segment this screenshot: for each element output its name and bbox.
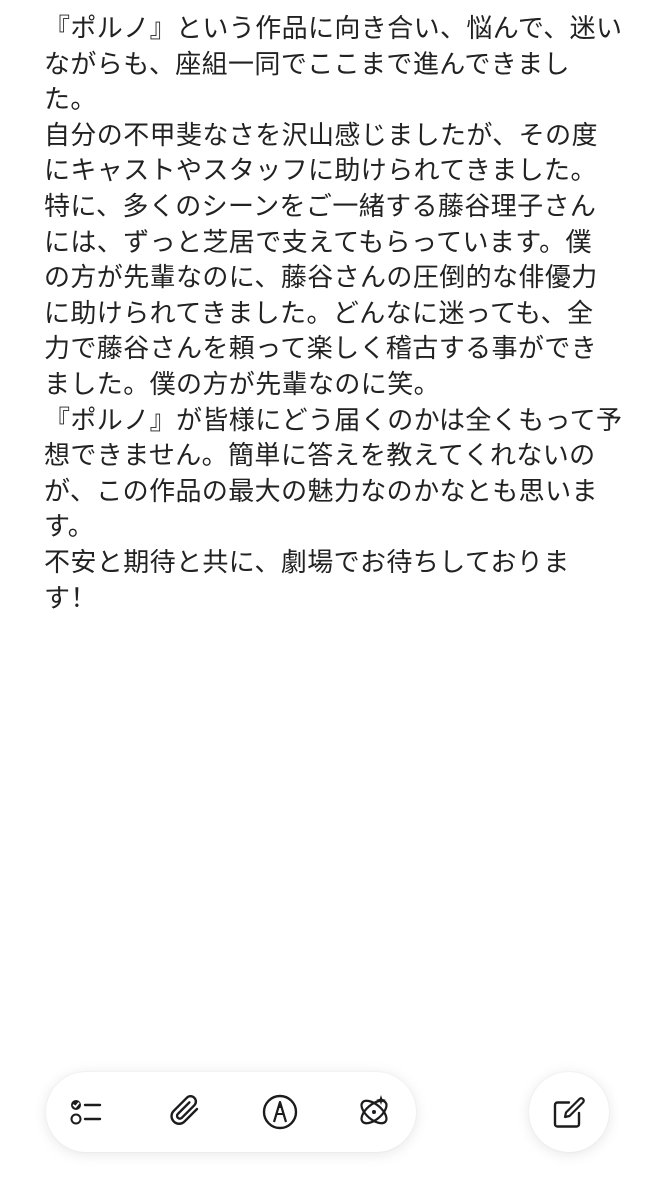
compose-button[interactable] — [529, 1072, 609, 1152]
note-body[interactable]: 『ポルノ』という作品に向き合い、悩んで、迷い ながらも、座組一同でここまで進んで… — [44, 12, 623, 617]
note-line: す。 — [44, 512, 95, 543]
paperclip-icon — [170, 1095, 199, 1125]
markup-pen-icon — [262, 1094, 298, 1130]
checklist-icon — [70, 1100, 102, 1125]
note-line: た。 — [44, 85, 97, 116]
note-line: 自分の不甲斐なさを沢山感じましたが、その度 — [44, 120, 598, 151]
note-line: の方が先輩なのに、藤谷さんの圧倒的な俳優力 — [44, 263, 598, 294]
note-line: 『ポルノ』が皆様にどう届くのかは全くもって予 — [44, 405, 623, 436]
checklist-button[interactable] — [66, 1092, 106, 1132]
bottom-toolbar — [46, 1072, 416, 1152]
note-line: ながらも、座組一同でここまで進んできまし — [44, 49, 570, 80]
note-line: 不安と期待と共に、劇場でお待ちしておりま — [44, 547, 570, 578]
note-line: にキャストやスタッフに助けられてきました。 — [44, 156, 597, 187]
note-line: には、ずっと芝居で支えてもらっています。僕 — [44, 227, 592, 258]
note-line: ました。僕の方が先輩なのに笑。 — [44, 369, 441, 400]
note-line: に助けられてきました。どんなに迷っても、全 — [44, 298, 594, 329]
apple-intelligence-icon — [360, 1095, 388, 1125]
markup-button[interactable] — [260, 1092, 300, 1132]
attachment-button[interactable] — [166, 1092, 206, 1132]
note-line: 特に、多くのシーンをご一緒する藤谷理子さん — [44, 191, 597, 222]
note-line: 想できません。簡単に答えを教えてくれないの — [44, 441, 596, 472]
note-line: が、この作品の最大の魅力なのかなとも思いま — [44, 476, 598, 507]
note-line: す！ — [44, 583, 97, 614]
writing-tools-button[interactable] — [354, 1092, 394, 1132]
note-line: 『ポルノ』という作品に向き合い、悩んで、迷い — [44, 14, 623, 44]
compose-icon — [553, 1097, 585, 1128]
note-line: 力で藤谷さんを頼って楽しく稽古する事ができ — [44, 334, 598, 365]
